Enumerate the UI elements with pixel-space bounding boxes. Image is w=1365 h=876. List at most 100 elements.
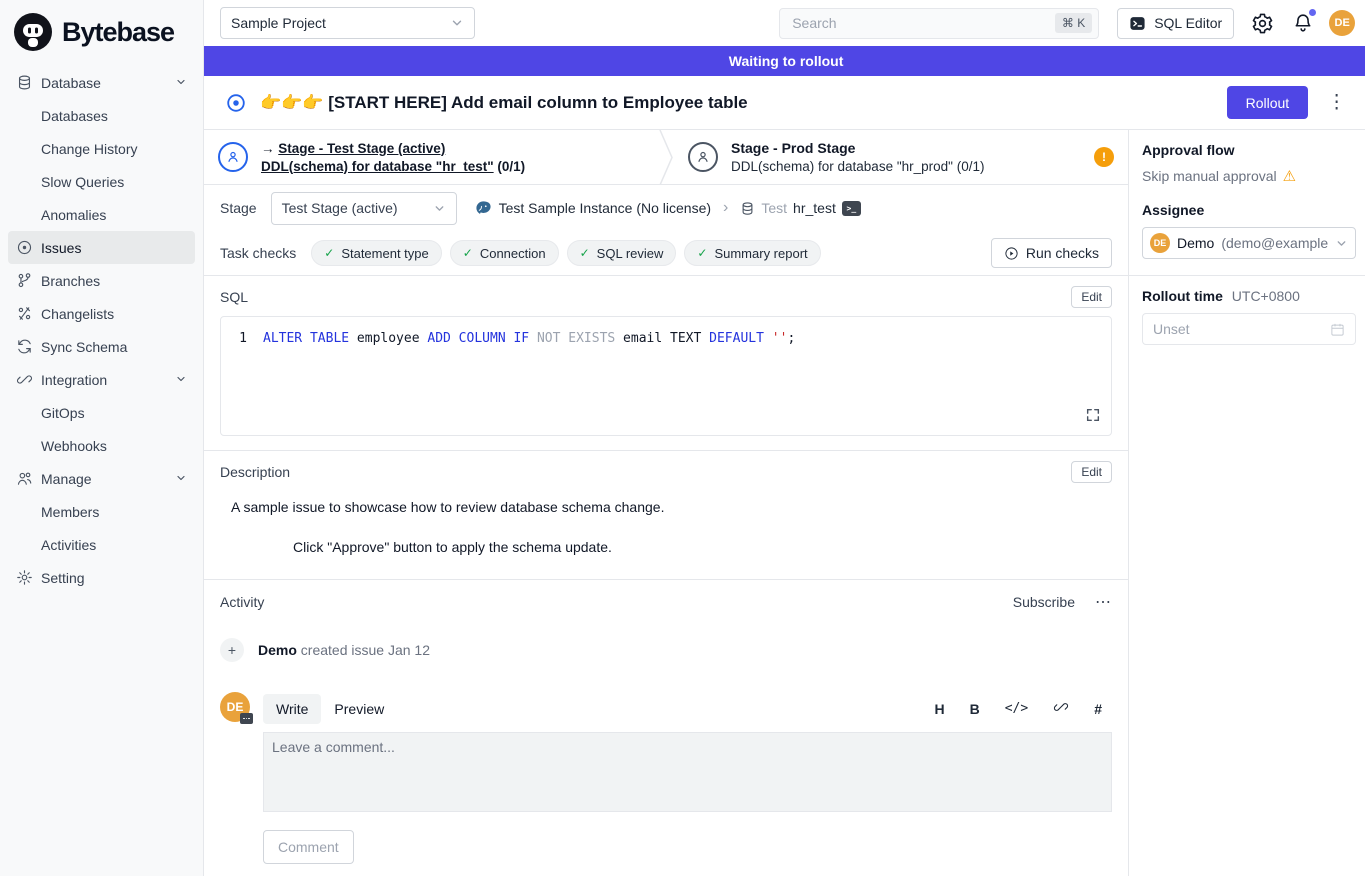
gear-icon xyxy=(1251,12,1274,35)
open-sql-editor-icon[interactable]: >_ xyxy=(842,201,861,216)
sidebar-item-label: Database xyxy=(41,75,101,91)
sidebar-item-manage[interactable]: Manage xyxy=(8,462,195,495)
gear-icon xyxy=(16,569,33,586)
assignee-select[interactable]: DE Demo (demo@example xyxy=(1142,227,1356,259)
calendar-icon xyxy=(1330,322,1345,337)
sidebar-item-label: Manage xyxy=(41,471,92,487)
stage-card-test[interactable]: → Stage - Test Stage (active) DDL(schema… xyxy=(204,130,658,184)
sidebar-item-changelists[interactable]: Changelists xyxy=(8,297,195,330)
link-format-button[interactable] xyxy=(1053,699,1069,718)
issue-title-emoji: 👉👉👉 xyxy=(260,93,324,112)
comment-textarea[interactable] xyxy=(270,737,1105,807)
sql-editor-button-label: SQL Editor xyxy=(1154,15,1222,31)
issue-status-icon xyxy=(225,92,247,114)
sidebar-item-activities[interactable]: Activities xyxy=(8,528,195,561)
sql-statement: ALTER TABLE employee ADD COLUMN IF NOT E… xyxy=(263,331,795,346)
sidebar-item-setting[interactable]: Setting xyxy=(8,561,195,594)
sidebar-item-slow-queries[interactable]: Slow Queries xyxy=(8,165,195,198)
activity-label: Activity xyxy=(220,594,264,610)
check-icon: ✓ xyxy=(697,246,707,260)
sql-edit-button[interactable]: Edit xyxy=(1071,286,1112,308)
notifications-button[interactable] xyxy=(1290,10,1316,36)
database-icon xyxy=(740,201,755,216)
sidebar-item-database[interactable]: Database xyxy=(8,66,195,99)
sql-editor[interactable]: 1 ALTER TABLE employee ADD COLUMN IF NOT… xyxy=(220,316,1112,436)
rollout-time-picker[interactable]: Unset xyxy=(1142,313,1356,345)
database-link[interactable]: Test hr_test >_ xyxy=(740,200,861,216)
stage-divider xyxy=(658,130,674,184)
sidebar-item-anomalies[interactable]: Anomalies xyxy=(8,198,195,231)
sidebar-item-label: Changelists xyxy=(41,306,114,322)
fullscreen-expand-icon[interactable] xyxy=(1085,407,1101,427)
issue-more-menu[interactable]: ⋮ xyxy=(1321,91,1352,114)
check-pill-statement-type[interactable]: ✓ Statement type xyxy=(311,240,442,266)
approval-flow-label: Approval flow xyxy=(1142,142,1356,158)
tab-preview[interactable]: Preview xyxy=(321,694,397,724)
sidebar-item-sync-schema[interactable]: Sync Schema xyxy=(8,330,195,363)
rollout-time-header: Rollout time UTC+0800 xyxy=(1142,288,1356,304)
sidebar-item-issues[interactable]: Issues xyxy=(8,231,195,264)
issue-detail-column: → Stage - Test Stage (active) DDL(schema… xyxy=(204,130,1128,876)
project-selector-value: Sample Project xyxy=(231,15,326,31)
project-selector[interactable]: Sample Project xyxy=(220,7,475,39)
stage-progress: (0/1) xyxy=(497,159,525,174)
search-box[interactable]: ⌘ K xyxy=(779,8,1099,39)
sidebar-item-label: Change History xyxy=(41,141,138,157)
stage-approver-icon xyxy=(218,142,248,172)
activity-actor: Demo xyxy=(258,642,297,658)
sidebar-item-gitops[interactable]: GitOps xyxy=(8,396,195,429)
stage-select-value: Test Stage (active) xyxy=(282,200,398,216)
stage-select[interactable]: Test Stage (active) xyxy=(271,192,457,225)
check-pill-summary-report[interactable]: ✓ Summary report xyxy=(684,240,820,266)
breadcrumb-separator: › xyxy=(723,199,728,217)
activity-more-menu[interactable]: ⋯ xyxy=(1095,592,1112,612)
changelist-icon xyxy=(16,305,33,322)
environment-label: Test xyxy=(761,200,787,216)
sidebar-item-members[interactable]: Members xyxy=(8,495,195,528)
comment-submit-button[interactable]: Comment xyxy=(263,830,354,864)
sidebar-item-label: Sync Schema xyxy=(41,339,127,355)
search-input[interactable] xyxy=(790,14,1055,32)
heading-format-button[interactable]: H xyxy=(934,701,944,717)
description-line: A sample issue to showcase how to review… xyxy=(231,499,1112,515)
settings-gear-button[interactable] xyxy=(1249,10,1275,36)
rollout-button[interactable]: Rollout xyxy=(1227,86,1309,119)
sync-icon xyxy=(16,338,33,355)
brand-logo[interactable]: Bytebase xyxy=(0,0,203,64)
run-checks-button[interactable]: Run checks xyxy=(991,238,1112,268)
stage-title: Stage - Prod Stage xyxy=(731,140,984,156)
sidebar-item-change-history[interactable]: Change History xyxy=(8,132,195,165)
stage-task: DDL(schema) for database "hr_test" (0/1) xyxy=(261,159,525,174)
sidebar-item-databases[interactable]: Databases xyxy=(8,99,195,132)
link-icon xyxy=(16,371,33,388)
instance-link[interactable]: Test Sample Instance (No license) xyxy=(475,200,711,217)
description-edit-button[interactable]: Edit xyxy=(1071,461,1112,483)
format-toolbar: H B </> # xyxy=(934,699,1112,718)
hash-format-button[interactable]: # xyxy=(1094,701,1102,717)
sidebar-item-branches[interactable]: Branches xyxy=(8,264,195,297)
subscribe-button[interactable]: Subscribe xyxy=(1013,594,1075,610)
sql-editor-button[interactable]: SQL Editor xyxy=(1117,8,1234,39)
line-number: 1 xyxy=(221,331,263,346)
sidebar-item-webhooks[interactable]: Webhooks xyxy=(8,429,195,462)
sidebar-item-label: Activities xyxy=(41,537,96,553)
code-format-button[interactable]: </> xyxy=(1005,701,1028,716)
user-avatar[interactable]: DE xyxy=(1329,10,1355,36)
bytebase-logo-icon xyxy=(13,12,53,52)
sidebar-item-integration[interactable]: Integration xyxy=(8,363,195,396)
stage-card-prod[interactable]: Stage - Prod Stage DDL(schema) for datab… xyxy=(674,130,1128,184)
warning-triangle-icon: ⚠ xyxy=(1283,167,1296,185)
postgresql-icon xyxy=(475,200,492,217)
tab-write[interactable]: Write xyxy=(263,694,321,724)
check-pill-connection[interactable]: ✓ Connection xyxy=(450,240,559,266)
users-icon xyxy=(16,470,33,487)
main-area: Sample Project ⌘ K SQL Editor DE xyxy=(204,0,1365,876)
left-sidebar: Bytebase Database Databases Change Histo… xyxy=(0,0,204,876)
check-pill-sql-review[interactable]: ✓ SQL review xyxy=(567,240,677,266)
assignee-label: Assignee xyxy=(1142,202,1356,218)
chevron-down-icon xyxy=(175,471,187,487)
approval-flow-value: Skip manual approval ⚠ xyxy=(1142,167,1356,185)
sql-section: SQL Edit 1 ALTER TABLE employee ADD COLU… xyxy=(204,276,1128,451)
notification-dot xyxy=(1309,9,1316,16)
bold-format-button[interactable]: B xyxy=(970,701,980,717)
